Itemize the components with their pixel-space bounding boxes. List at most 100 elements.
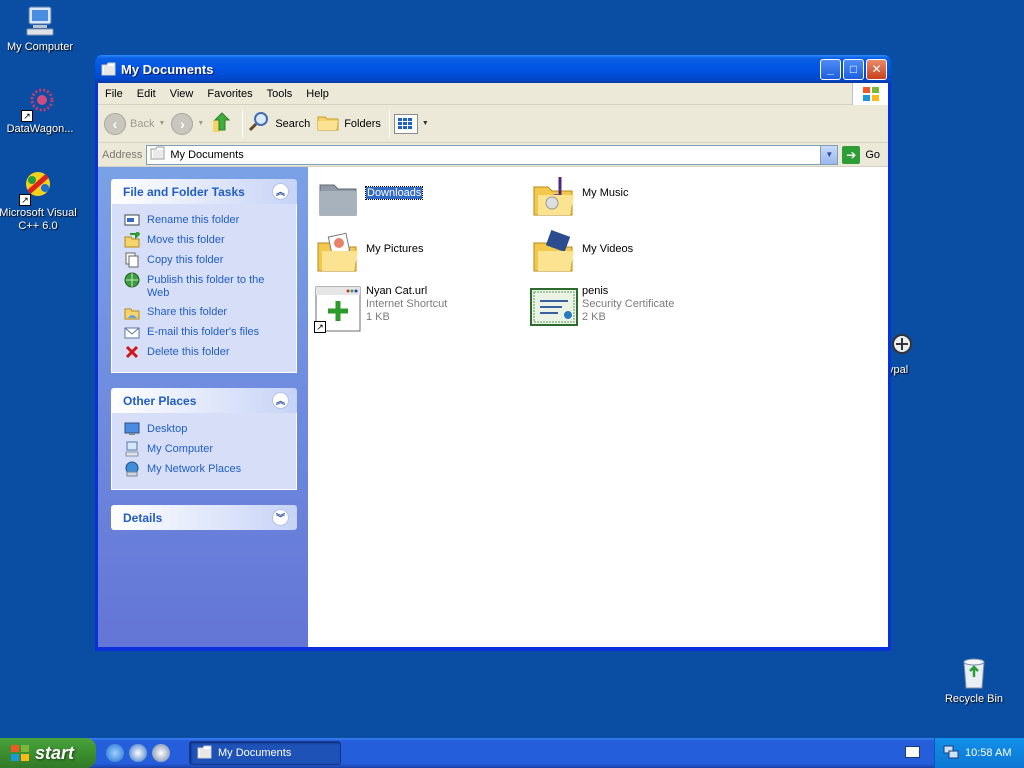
clock[interactable]: 10:58 AM	[965, 747, 1011, 759]
task-label: E-mail this folder's files	[147, 326, 260, 338]
start-label: start	[35, 742, 75, 763]
menu-file[interactable]: File	[98, 84, 130, 104]
desktop-icon-label: DataWagon...	[6, 123, 74, 135]
collapse-chevron-icon[interactable]: ︽	[272, 183, 289, 200]
file-item-my-videos[interactable]: My Videos	[530, 229, 633, 277]
expand-chevron-icon[interactable]: ︾	[272, 509, 289, 526]
menu-favorites[interactable]: Favorites	[200, 84, 259, 104]
share-icon	[124, 304, 140, 320]
task-pane: File and Folder Tasks ︽ Rename this fold…	[98, 167, 308, 647]
chevron-down-icon: ▼	[197, 120, 205, 127]
network-status-icon[interactable]	[943, 744, 959, 763]
toolbar-separator	[242, 109, 244, 138]
desktop-icon-visual-cpp[interactable]: ↗ Microsoft Visual C++ 6.0	[0, 170, 78, 233]
address-dropdown-button[interactable]: ▼	[820, 145, 838, 164]
place-my-computer[interactable]: My Computer	[124, 441, 286, 457]
desktop-icon	[124, 421, 140, 437]
forward-button[interactable]: › ▼	[171, 112, 205, 135]
go-button[interactable]: ➔ Go	[838, 145, 888, 164]
task-share-folder[interactable]: Share this folder	[124, 304, 286, 320]
desktop-icon-partial[interactable]: ypal	[888, 330, 918, 377]
file-folder-tasks-panel: File and Folder Tasks ︽ Rename this fold…	[111, 179, 297, 373]
views-button[interactable]: ▼	[393, 113, 429, 134]
task-rename-folder[interactable]: Rename this folder	[124, 212, 286, 228]
quick-launch	[106, 744, 175, 762]
desktop-icon-datawagon[interactable]: ↗ DataWagon...	[0, 86, 80, 136]
chevron-down-icon: ▼	[158, 120, 166, 127]
place-network[interactable]: My Network Places	[124, 461, 286, 477]
address-bar: Address My Documents ▼ ➔ Go	[98, 143, 888, 167]
task-delete-folder[interactable]: Delete this folder	[124, 344, 286, 360]
shortcut-arrow-icon: ↗	[21, 110, 33, 122]
task-label: Delete this folder	[147, 346, 230, 358]
task-email-files[interactable]: E-mail this folder's files	[124, 324, 286, 340]
up-folder-icon	[210, 110, 234, 137]
task-label: Rename this folder	[147, 214, 240, 226]
close-button[interactable]: ✕	[866, 58, 887, 80]
menu-view[interactable]: View	[163, 84, 201, 104]
music-folder-icon	[530, 173, 578, 221]
menu-edit[interactable]: Edit	[130, 84, 163, 104]
folder-icon	[314, 173, 362, 221]
up-button[interactable]	[210, 110, 234, 137]
media-player-icon[interactable]	[152, 744, 170, 762]
panel-header[interactable]: File and Folder Tasks ︽	[111, 179, 297, 204]
keyboard-icon[interactable]	[905, 746, 920, 758]
email-icon	[124, 324, 140, 340]
go-arrow-icon: ➔	[842, 145, 861, 164]
taskbar-button-label: My Documents	[218, 747, 292, 759]
task-label: Publish this folder to the Web	[147, 274, 265, 299]
chevron-down-icon: ▼	[421, 120, 429, 127]
panel-header[interactable]: Other Places ︽	[111, 388, 297, 413]
content-area: File and Folder Tasks ︽ Rename this fold…	[98, 167, 888, 647]
panel-header[interactable]: Details ︾	[111, 505, 297, 530]
move-icon	[124, 232, 140, 248]
menu-tools[interactable]: Tools	[260, 84, 300, 104]
file-size: 2 KB	[582, 311, 606, 323]
taskbar-button-my-documents[interactable]: My Documents	[189, 741, 341, 765]
desktop-icon-recycle-bin[interactable]: Recycle Bin	[934, 656, 1014, 706]
file-name: My Videos	[582, 243, 634, 255]
file-item-downloads[interactable]: Downloads	[314, 173, 424, 221]
task-copy-folder[interactable]: Copy this folder	[124, 252, 286, 268]
file-type: Internet Shortcut	[366, 298, 448, 310]
desktop-icon-label: ypal	[888, 364, 909, 376]
file-item-my-music[interactable]: My Music	[530, 173, 628, 221]
address-input[interactable]: My Documents ▼	[146, 144, 839, 165]
file-item-my-pictures[interactable]: My Pictures	[314, 229, 423, 277]
folders-button[interactable]: Folders	[316, 110, 381, 137]
start-button[interactable]: start	[0, 738, 96, 768]
task-move-folder[interactable]: Move this folder	[124, 232, 286, 248]
maximize-button[interactable]: □	[843, 58, 864, 80]
internet-explorer-icon[interactable]	[106, 744, 124, 762]
menu-bar: File Edit View Favorites Tools Help	[98, 83, 888, 105]
search-label: Search	[275, 117, 311, 130]
place-desktop[interactable]: Desktop	[124, 421, 286, 437]
address-label: Address	[102, 148, 143, 161]
folders-label: Folders	[344, 117, 381, 130]
file-name: My Pictures	[366, 243, 424, 255]
panel-body: Desktop My Computer My Network Places	[111, 413, 297, 490]
file-name: penis	[582, 285, 609, 297]
globe-icon	[124, 272, 140, 288]
menu-help[interactable]: Help	[299, 84, 336, 104]
search-button[interactable]: Search	[247, 110, 310, 137]
desktop-icon-label: Microsoft Visual C++ 6.0	[0, 207, 77, 232]
minimize-button[interactable]: _	[820, 58, 841, 80]
file-view: Downloads My Music My Pictures My Videos	[308, 167, 888, 647]
file-item-certificate[interactable]: penis Security Certificate 2 KB	[530, 285, 674, 333]
outlook-express-icon[interactable]	[129, 744, 147, 762]
title-bar[interactable]: My Documents _ □ ✕	[95, 55, 891, 83]
collapse-chevron-icon[interactable]: ︽	[272, 392, 289, 409]
folders-icon	[316, 110, 340, 137]
network-icon	[124, 461, 140, 477]
shortcut-arrow-icon: ↗	[19, 194, 31, 206]
forward-arrow-icon: ›	[171, 112, 194, 135]
back-button[interactable]: ‹ Back ▼	[104, 112, 166, 135]
task-publish-folder[interactable]: Publish this folder to the Web	[124, 272, 286, 300]
desktop-icon-my-computer[interactable]: My Computer	[0, 4, 80, 54]
file-item-nyan-cat-url[interactable]: ↗ Nyan Cat.url Internet Shortcut 1 KB	[314, 285, 447, 333]
datawagon-icon: ↗	[21, 86, 57, 122]
place-label: My Network Places	[147, 463, 242, 475]
shortcut-arrow-icon: ↗	[314, 321, 326, 333]
